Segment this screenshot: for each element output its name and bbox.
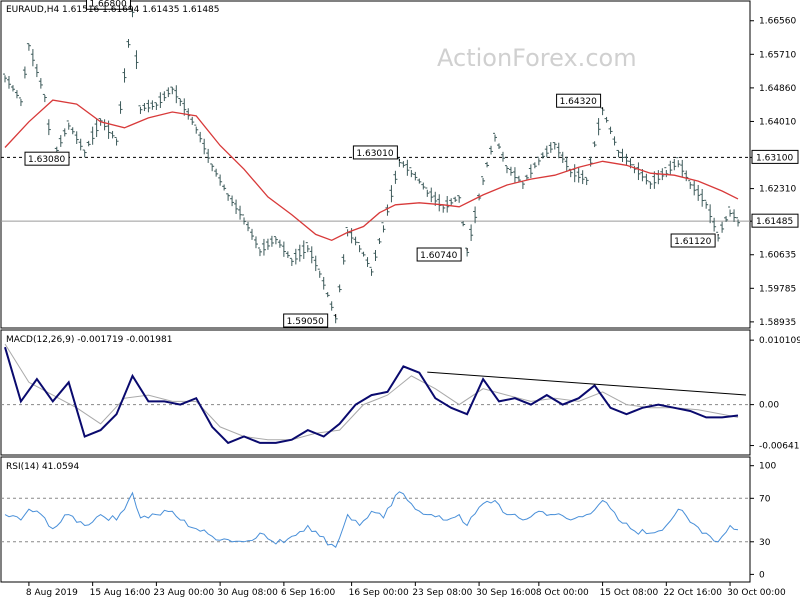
time-axis-label: 16 Sep 00:00	[349, 588, 409, 598]
annotation-label: 1.63080	[28, 155, 65, 165]
macd-axis-label: -0.006418	[759, 442, 800, 452]
price-level-label: 1.61485	[756, 217, 793, 227]
time-axis-label: 30 Sep 16:00	[476, 588, 536, 598]
price-level-label: 1.63100	[756, 153, 793, 163]
price-panel-frame	[0, 0, 751, 329]
price-axis-label: 1.59785	[759, 284, 796, 294]
price-axis-label: 1.58935	[759, 318, 796, 328]
euraud-chart: ActionForex.com 1.66560 1.65710 1.64860 1.6…	[0, 0, 800, 598]
annotation-label: 1.64320	[560, 97, 597, 107]
watermark: ActionForex.com	[437, 44, 637, 72]
price-panel-header: EURAUD,H4 1.61516 1.61694 1.61435 1.6148…	[6, 5, 220, 15]
rsi-panel-header: RSI(14) 41.0594	[6, 462, 79, 472]
rsi-axis-label: 0	[759, 570, 765, 580]
price-axis-label: 1.65710	[759, 50, 796, 60]
price-axis-label: 1.62310	[759, 185, 796, 195]
price-axis-label: 1.66560	[759, 17, 796, 27]
time-axis-label: 8 Aug 2019	[26, 588, 78, 598]
rsi-panel-frame	[0, 456, 751, 583]
time-axis-label: 30 Oct 00:00	[727, 588, 786, 598]
time-axis-label: 6 Sep 16:00	[281, 588, 336, 598]
annotation-label: 1.59050	[287, 317, 324, 327]
macd-panel-header: MACD(12,26,9) -0.001719 -0.001981	[6, 335, 172, 345]
time-axis-label: 22 Oct 16:00	[663, 588, 722, 598]
macd-axis-label: 0.00	[759, 401, 779, 411]
time-axis-label: 15 Aug 16:00	[90, 588, 151, 598]
price-axis-label: 1.64010	[759, 117, 796, 127]
annotation-label: 1.60740	[420, 251, 457, 261]
time-axis-label: 30 Aug 08:00	[217, 588, 278, 598]
rsi-axis-label: 30	[759, 538, 771, 548]
macd-axis-label: 0.010109	[759, 336, 800, 346]
time-axis-label: 8 Oct 00:00	[536, 588, 589, 598]
price-axis-label: 1.60635	[759, 251, 796, 261]
rsi-axis-label: 70	[759, 494, 771, 504]
macd-panel-frame	[0, 329, 751, 456]
price-axis-label: 1.64860	[759, 84, 796, 94]
time-axis-label: 23 Sep 08:00	[412, 588, 472, 598]
time-axis-label: 15 Oct 08:00	[600, 588, 659, 598]
rsi-axis-label: 100	[759, 462, 776, 472]
time-axis-label: 23 Aug 00:00	[153, 588, 214, 598]
annotation-label: 1.61120	[674, 237, 711, 247]
annotation-label: 1.63010	[356, 149, 393, 159]
